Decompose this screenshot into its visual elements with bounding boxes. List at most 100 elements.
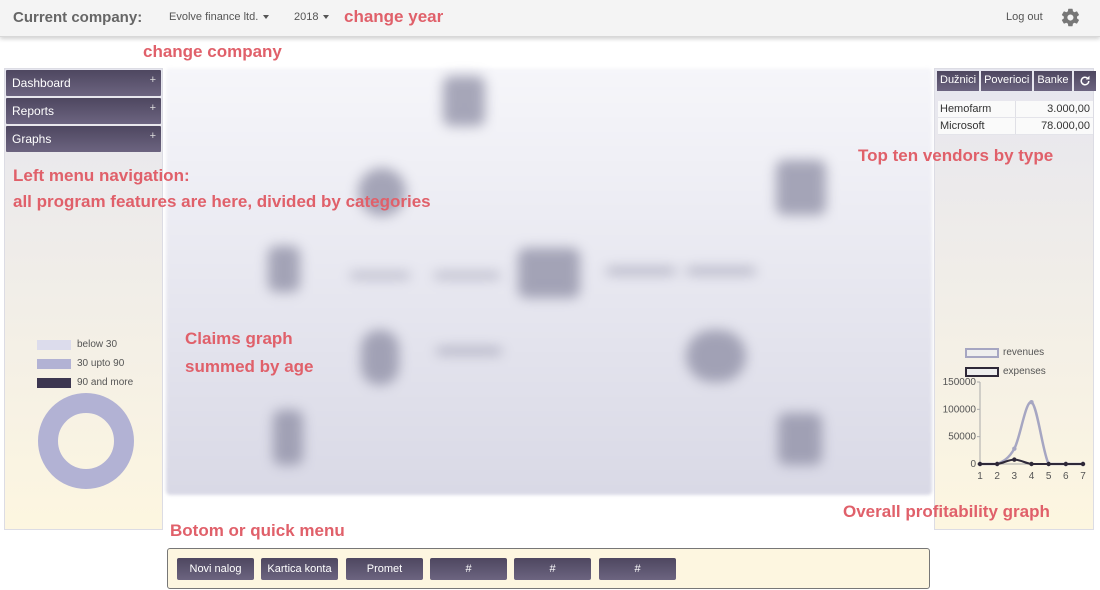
table-row[interactable]: Microsoft 78.000,00 bbox=[938, 118, 1093, 135]
annotation-profitability: Overall profitability graph bbox=[843, 502, 1050, 521]
x-tick-label: 5 bbox=[1046, 471, 1052, 482]
x-tick-label: 2 bbox=[994, 471, 1000, 482]
annotation-change-company: change company bbox=[143, 42, 282, 61]
x-tick-label: 3 bbox=[1012, 471, 1018, 482]
legend-label: 90 and more bbox=[77, 377, 134, 388]
vendors-table: Hemofarm 3.000,00 Microsoft 78.000,00 bbox=[938, 101, 1093, 135]
workflow-arrow bbox=[350, 273, 410, 278]
legend-swatch bbox=[965, 347, 999, 358]
plus-icon: + bbox=[149, 130, 156, 142]
left-panel: Dashboard + Reports + Graphs + below 30 30 … bbox=[4, 68, 163, 530]
legend-swatch bbox=[37, 339, 71, 350]
workflow-icon bbox=[273, 410, 303, 465]
y-tick-label: 150000 bbox=[943, 377, 977, 388]
sidebar-item-label: Reports bbox=[12, 104, 55, 118]
tab-duznici[interactable]: Dužnici bbox=[937, 71, 980, 91]
company-label: Current company: bbox=[13, 9, 143, 26]
refresh-button[interactable] bbox=[1073, 71, 1096, 91]
workflow-arrow bbox=[686, 268, 756, 274]
quick-button-5[interactable]: # bbox=[514, 558, 591, 580]
workflow-icon bbox=[443, 76, 485, 126]
quick-button-4[interactable]: # bbox=[430, 558, 507, 580]
data-point bbox=[1029, 400, 1034, 405]
annotation-change-year: change year bbox=[344, 7, 444, 26]
data-point bbox=[994, 461, 1000, 467]
vendor-value: 3.000,00 bbox=[1047, 103, 1090, 115]
refresh-icon bbox=[1080, 75, 1090, 86]
year-dropdown[interactable]: 2018 bbox=[294, 11, 330, 23]
sidebar-item-graphs[interactable]: Graphs + bbox=[6, 126, 161, 152]
x-tick-label: 4 bbox=[1029, 471, 1035, 482]
sidebar-item-reports[interactable]: Reports + bbox=[6, 98, 161, 124]
y-tick-label: 100000 bbox=[943, 404, 977, 415]
data-point bbox=[1046, 461, 1051, 467]
series-line-revenues bbox=[979, 400, 1083, 466]
sidebar-item-dashboard[interactable]: Dashboard + bbox=[6, 70, 161, 96]
legend-item: 30 upto 90 bbox=[37, 354, 133, 373]
workflow-icon bbox=[686, 330, 746, 382]
data-point bbox=[1029, 461, 1034, 467]
data-point bbox=[1080, 461, 1086, 467]
workflow-icon bbox=[776, 160, 826, 215]
legend-label: below 30 bbox=[77, 339, 118, 350]
x-tick-label: 7 bbox=[1080, 471, 1086, 482]
plus-icon: + bbox=[149, 102, 156, 114]
legend-swatch bbox=[37, 377, 71, 388]
year-value: 2018 bbox=[294, 11, 319, 23]
legend-item: below 30 bbox=[37, 335, 133, 354]
y-tick-label: 50000 bbox=[948, 432, 976, 443]
tab-banke[interactable]: Banke bbox=[1034, 71, 1072, 91]
legend-item: revenues bbox=[965, 343, 1046, 362]
workflow-icon bbox=[778, 413, 822, 465]
workflow-arrow bbox=[436, 348, 502, 354]
workflow-icon bbox=[518, 248, 580, 298]
x-tick-label: 6 bbox=[1063, 471, 1069, 482]
donut-slice bbox=[38, 393, 134, 489]
annotation-top-ten: Top ten vendors by type bbox=[858, 146, 1054, 165]
legend-swatch bbox=[37, 358, 71, 369]
company-dropdown[interactable]: Evolve finance ltd. bbox=[169, 11, 270, 23]
table-row[interactable]: Hemofarm 3.000,00 bbox=[938, 101, 1093, 118]
annotation-claims-1: Claims graph bbox=[185, 329, 293, 348]
tab-poverioci[interactable]: Poverioci bbox=[981, 71, 1033, 91]
chevron-down-icon bbox=[323, 15, 330, 20]
annotation-left-menu-1: Left menu navigation: bbox=[13, 166, 190, 185]
top-bar: Current company: Evolve finance ltd. 201… bbox=[0, 0, 1100, 37]
annotation-claims-2: summed by age bbox=[185, 357, 314, 376]
quick-menu: Novi nalog Kartica konta Promet # # # bbox=[167, 548, 930, 589]
vendor-name: Hemofarm bbox=[938, 101, 1016, 117]
data-point bbox=[1063, 461, 1069, 467]
quick-button-6[interactable]: # bbox=[599, 558, 676, 580]
workflow-icon bbox=[361, 330, 399, 385]
dashboard-workflow-area bbox=[166, 68, 932, 495]
sidebar-item-label: Dashboard bbox=[12, 76, 71, 90]
vendor-value: 78.000,00 bbox=[1041, 120, 1090, 132]
claims-legend: below 30 30 upto 90 90 and more bbox=[37, 335, 133, 392]
y-tick-label: 0 bbox=[970, 459, 976, 470]
legend-label: 30 upto 90 bbox=[77, 358, 125, 369]
right-panel: Dužnici Poverioci Banke Hemofarm 3.000,0… bbox=[934, 68, 1096, 530]
annotation-left-menu-2: all program features are here, divided b… bbox=[13, 192, 431, 211]
data-point bbox=[1012, 446, 1017, 451]
logout-link[interactable]: Log out bbox=[1006, 11, 1043, 23]
vendor-name: Microsoft bbox=[938, 118, 1016, 134]
quick-button-kartica-konta[interactable]: Kartica konta bbox=[261, 558, 338, 580]
claims-donut-chart bbox=[38, 393, 134, 489]
sidebar-item-label: Graphs bbox=[12, 132, 52, 146]
x-tick-label: 1 bbox=[977, 471, 983, 482]
workflow-arrow bbox=[606, 268, 676, 274]
workflow-arrow bbox=[434, 273, 500, 278]
data-point bbox=[977, 461, 983, 467]
plus-icon: + bbox=[149, 74, 156, 86]
chevron-down-icon bbox=[263, 15, 270, 20]
gear-icon[interactable] bbox=[1060, 7, 1081, 28]
legend-label: revenues bbox=[1003, 347, 1045, 358]
annotation-bottom-menu: Botom or quick menu bbox=[170, 521, 345, 540]
data-point bbox=[1012, 457, 1017, 462]
profitability-chart: 0 50000 100000 150000 1 2 3 4 5 6 7 bbox=[943, 377, 1087, 482]
quick-button-novi-nalog[interactable]: Novi nalog bbox=[177, 558, 254, 580]
company-value: Evolve finance ltd. bbox=[169, 11, 259, 23]
workflow-icon bbox=[268, 246, 300, 292]
quick-button-promet[interactable]: Promet bbox=[346, 558, 423, 580]
legend-item: 90 and more bbox=[37, 373, 133, 392]
